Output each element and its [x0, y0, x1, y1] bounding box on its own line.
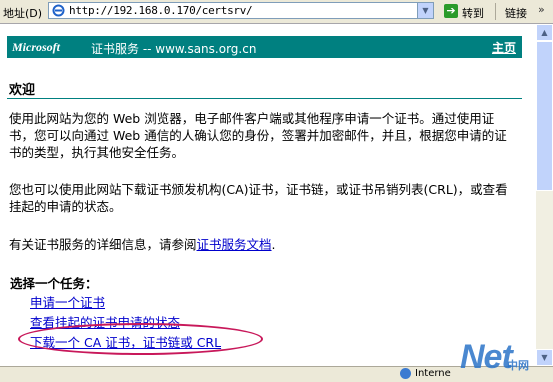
- scroll-down-icon[interactable]: ▼: [536, 349, 553, 366]
- links-button[interactable]: 链接: [505, 5, 527, 21]
- chevron-down-icon[interactable]: ▼: [417, 3, 433, 18]
- task-request-certificate[interactable]: 申请一个证书: [30, 292, 105, 311]
- address-bar: 地址(D) http://192.168.0.170/certsrv/ ▼ ➔ …: [0, 0, 553, 24]
- banner-subtitle: 证书服务 -- www.sans.org.cn: [91, 42, 257, 56]
- status-zone-label: Interne: [415, 368, 451, 379]
- download-paragraph: 您也可以使用此网站下载证书颁发机构(CA)证书，证书链，或证书吊销列表(CRL)…: [9, 182, 508, 214]
- scroll-up-icon[interactable]: ▲: [536, 24, 553, 41]
- watermark-logo: Net: [460, 338, 513, 376]
- home-link[interactable]: 主页: [492, 39, 516, 56]
- docs-link[interactable]: 证书服务文档: [197, 237, 272, 252]
- intro-paragraph: 使用此网站为您的 Web 浏览器，电子邮件客户端或其他程序申请一个证书。通过使用…: [9, 111, 507, 160]
- header-banner: Microsoft 证书服务 -- www.sans.org.cn 主页: [7, 36, 522, 58]
- scroll-thumb[interactable]: [536, 41, 553, 191]
- address-label: 地址(D): [3, 7, 43, 20]
- docs-prefix: 有关证书服务的详细信息，请参阅: [9, 237, 197, 252]
- vertical-scrollbar[interactable]: ▲ ▼: [536, 24, 553, 366]
- address-url[interactable]: http://192.168.0.170/certsrv/: [69, 4, 253, 17]
- microsoft-logo: Microsoft: [12, 40, 60, 54]
- toolbar-divider: [495, 3, 496, 20]
- ie-page-icon: [52, 4, 65, 17]
- docs-suffix: .: [271, 237, 276, 252]
- task-heading: 选择一个任务：: [10, 276, 98, 291]
- docs-paragraph: 有关证书服务的详细信息，请参阅证书服务文档.: [9, 236, 514, 253]
- highlight-ellipse: [18, 323, 263, 355]
- go-arrow-icon[interactable]: ➔: [444, 4, 458, 18]
- go-button[interactable]: 转到: [462, 5, 484, 21]
- watermark-sub: 中网: [507, 359, 529, 372]
- page-title: 欢迎: [9, 83, 36, 98]
- title-divider: [7, 98, 522, 99]
- chevron-right-icon[interactable]: »: [538, 3, 545, 16]
- internet-zone-icon: [400, 368, 411, 379]
- page-content: Microsoft 证书服务 -- www.sans.org.cn 主页 欢迎 …: [0, 24, 536, 366]
- address-input[interactable]: http://192.168.0.170/certsrv/ ▼: [48, 2, 434, 19]
